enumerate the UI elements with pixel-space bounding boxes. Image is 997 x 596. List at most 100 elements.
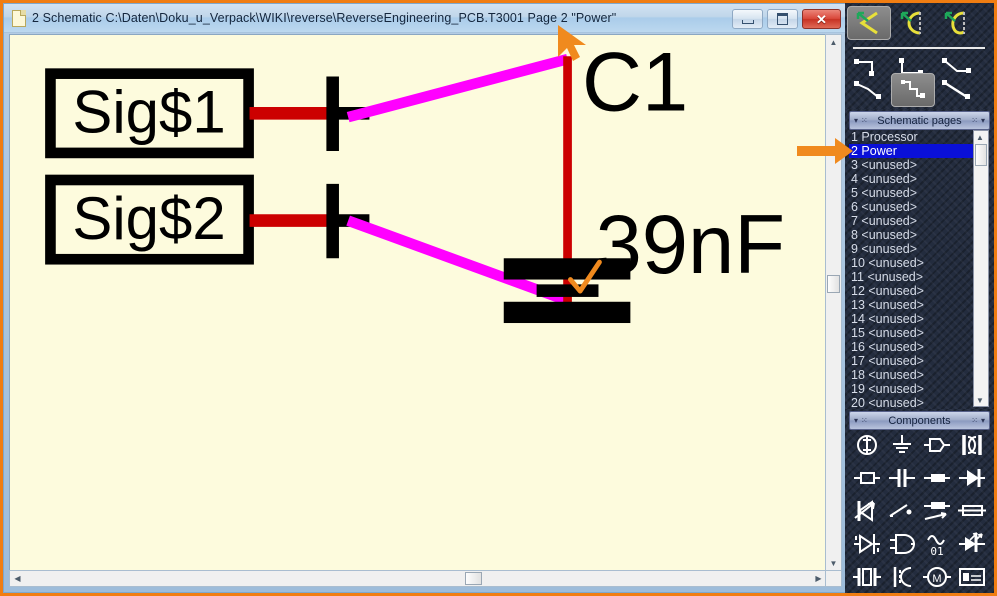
potentiometer-icon [922,498,952,529]
right-dock: ▾ ⁙ Schematic pages ⁙ ▾ 1 Processor 2 Pow… [845,3,994,593]
signal-box-1: Sig$1 [45,68,254,159]
page-list-item[interactable]: 13 <unused> [849,298,973,312]
page-list-item[interactable]: 2 Power [849,144,973,158]
route-straight-diagonal-button[interactable] [935,73,979,107]
diode-icon [957,465,987,496]
scroll-left-arrow[interactable]: ◀ [10,571,25,586]
page-list-item[interactable]: 1 Processor [849,130,973,144]
route-staircase-button[interactable] [891,73,935,107]
capacitor-icon [887,465,917,496]
speaker-icon-button[interactable] [884,563,919,596]
signal-box-2-label: Sig$2 [72,185,225,252]
led-icon-button[interactable] [954,530,989,563]
scroll-up-arrow[interactable]: ▲ [826,35,841,50]
zener-arrow-icon-button[interactable] [849,497,884,530]
pages-scroll-up[interactable]: ▲ [973,131,987,143]
or-gate-icon-button[interactable] [884,530,919,563]
speaker-icon [887,564,917,595]
page-list-item[interactable]: 4 <unused> [849,172,973,186]
crystal-icon-button[interactable] [849,563,884,596]
schematic-window: 2 Schematic C:\Daten\Doku_u_Verpack\WIKI… [3,3,848,593]
arc-tool-2-button[interactable] [891,6,935,40]
ic-block-icon-button[interactable] [954,563,989,596]
arc-tool-1-icon [856,11,878,35]
potentiometer-icon-button[interactable] [919,497,954,530]
route-diagonal-down-icon [854,81,881,99]
page-list-item[interactable]: 18 <unused> [849,368,973,382]
page-list-item[interactable]: 3 <unused> [849,158,973,172]
pages-scroll-down[interactable]: ▼ [973,394,987,406]
components-collapse-icon[interactable]: ▾ ⁙ [854,416,868,425]
page-list-item[interactable]: 12 <unused> [849,284,973,298]
arc-tool-3-button[interactable] [935,6,979,40]
ic-block-icon [957,564,987,595]
component-designator: C1 [582,35,688,128]
page-list-item[interactable]: 8 <unused> [849,228,973,242]
route-diagonal-down-button[interactable] [847,73,891,107]
grip-icon: ⁙ [861,416,868,425]
route-staircase-icon [901,80,925,98]
drawing-toolbar [845,3,994,109]
pages-scroll-thumb[interactable] [975,144,987,166]
page-list-item[interactable]: 20 <unused> [849,396,973,407]
vertical-scrollbar[interactable]: ▲ ▼ [825,34,842,572]
panel-menu-icon[interactable]: ⁙ ▾ [971,116,985,125]
adc-icon-button[interactable]: 01 [919,530,954,563]
maximize-button[interactable] [767,9,798,29]
scroll-down-arrow[interactable]: ▼ [826,556,841,571]
schmitt-buffer-icon-button[interactable] [849,530,884,563]
component-value: 39nF [596,198,785,291]
diode-icon-button[interactable] [954,464,989,497]
page-list-item[interactable]: 10 <unused> [849,256,973,270]
pages-scrollbar[interactable]: ▲ ▼ [973,130,989,407]
inductor-icon-button[interactable] [919,464,954,497]
ferrite-bead-icon [957,432,987,463]
voltage-source-icon-button[interactable] [849,431,884,464]
ground-icon-button[interactable] [884,431,919,464]
components-header[interactable]: ▾ ⁙ Components ⁙ ▾ [849,411,990,430]
capacitor-icon-button[interactable] [884,464,919,497]
horizontal-scrollbar[interactable]: ◀ ▶ [9,570,827,587]
arc-tool-2-icon [900,11,921,35]
components-grid[interactable]: 01 M [849,431,990,596]
connector-icon-button[interactable] [919,431,954,464]
chevron-down-icon-right: ▾ [980,116,985,125]
ferrite-bead-icon-button[interactable] [954,431,989,464]
page-list-item[interactable]: 11 <unused> [849,270,973,284]
motor-icon-button[interactable]: M [919,563,954,596]
scroll-right-arrow[interactable]: ▶ [811,571,826,586]
window-titlebar[interactable]: 2 Schematic C:\Daten\Doku_u_Verpack\WIKI… [4,4,847,33]
switch-icon-button[interactable] [884,497,919,530]
horizontal-scroll-thumb[interactable] [465,572,482,585]
page-list-item[interactable]: 14 <unused> [849,312,973,326]
schematic-pages-list[interactable]: 1 Processor 2 Power 3 <unused> 4 <unused> 5 … [849,130,973,407]
arc-tool-3-icon [944,11,965,35]
panel-collapse-icon[interactable]: ▾ ⁙ [854,116,868,125]
signal-box-2: Sig$2 [45,174,254,265]
page-list-item[interactable]: 9 <unused> [849,242,973,256]
components-menu-icon[interactable]: ⁙ ▾ [971,416,985,425]
page-list-item[interactable]: 17 <unused> [849,354,973,368]
led-icon [957,531,987,562]
page-list-item[interactable]: 6 <unused> [849,200,973,214]
schematic-pages-header[interactable]: ▾ ⁙ Schematic pages ⁙ ▾ [849,111,990,130]
resistor-icon-button[interactable] [849,464,884,497]
page-list-item[interactable]: 19 <unused> [849,382,973,396]
page-list-item[interactable]: 16 <unused> [849,340,973,354]
schematic-canvas[interactable]: Sig$1 Sig$2 C1 39nF [9,34,827,572]
connector-icon [922,432,952,463]
chevron-down-icon-right: ▾ [980,416,985,425]
page-list-item[interactable]: 15 <unused> [849,326,973,340]
minimize-button[interactable] [732,9,763,29]
fuse-icon-button[interactable] [954,497,989,530]
grip-icon: ⁙ [861,116,868,125]
page-list-item[interactable]: 7 <unused> [849,214,973,228]
fuse-icon [957,498,987,529]
svg-text:M: M [932,573,941,585]
signal-box-1-label: Sig$1 [72,79,225,146]
vertical-scroll-thumb[interactable] [827,275,840,293]
close-button[interactable]: ✕ [802,9,841,29]
page-list-item[interactable]: 5 <unused> [849,186,973,200]
schmitt-buffer-icon [852,531,882,562]
arc-tool-1-button[interactable] [847,6,891,40]
